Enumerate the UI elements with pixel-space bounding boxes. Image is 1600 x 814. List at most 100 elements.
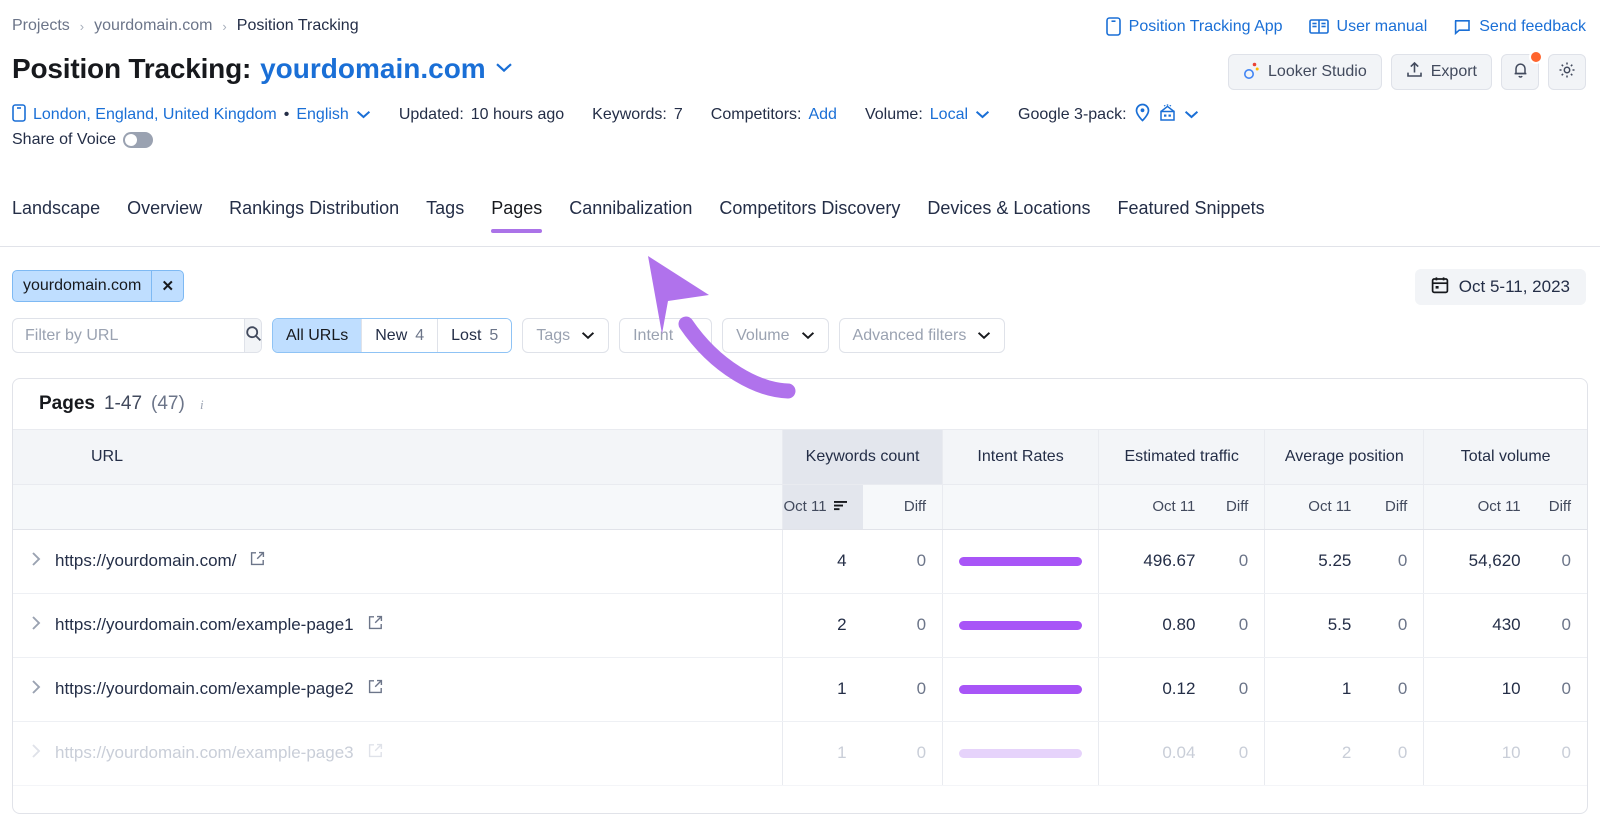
pages-table: URL Keywords count Intent Rates Estimate… — [13, 430, 1587, 786]
url-search-box[interactable] — [12, 318, 262, 353]
subcolumn-volume-date[interactable]: Oct 11 — [1423, 484, 1537, 530]
tags-filter-dropdown[interactable]: Tags — [522, 318, 610, 353]
intent-filter-dropdown[interactable]: Intent — [619, 318, 713, 353]
tab-landscape[interactable]: Landscape — [12, 198, 100, 233]
subcolumn-keywords-date[interactable]: Oct 11 — [782, 484, 863, 530]
position-tracking-pages-screen: Projects › yourdomain.com › Position Tra… — [0, 0, 1600, 814]
cell-traffic-diff: 0 — [1211, 529, 1265, 594]
table-row[interactable]: https://yourdomain.com/example-page2 1 0 — [13, 657, 1587, 722]
local-business-icon — [1158, 103, 1177, 127]
external-link-icon[interactable] — [368, 615, 383, 635]
filter-bar: All URLs New 4 Lost 5 Tags Intent Volu — [12, 318, 1006, 353]
send-feedback-label: Send feedback — [1479, 17, 1586, 35]
book-icon — [1308, 18, 1329, 35]
user-manual-link[interactable]: User manual — [1308, 18, 1427, 36]
google-3pack-selector[interactable]: Google 3-pack: — [1018, 103, 1199, 127]
volume-filter-dropdown[interactable]: Volume — [722, 318, 829, 353]
intent-rate-bar — [959, 748, 1083, 758]
subcolumn-volume-diff[interactable]: Diff — [1536, 484, 1587, 530]
share-of-voice-toggle[interactable]: Share of Voice — [12, 131, 1588, 149]
segment-new[interactable]: New 4 — [362, 319, 439, 352]
chevron-down-icon — [975, 106, 990, 124]
search-button[interactable] — [244, 319, 261, 352]
column-estimated-traffic[interactable]: Estimated traffic — [1098, 430, 1265, 485]
subcolumn-position-diff[interactable]: Diff — [1367, 484, 1424, 530]
subcolumn-keywords-diff[interactable]: Diff — [862, 484, 943, 530]
breadcrumb-item-domain[interactable]: yourdomain.com — [94, 17, 212, 35]
location-label: London, England, United Kingdom — [33, 106, 277, 123]
close-icon[interactable]: ✕ — [151, 271, 183, 301]
cell-total-volume: 10 — [1423, 657, 1537, 722]
pages-caption-title: Pages — [39, 393, 95, 414]
chevron-down-icon[interactable] — [356, 106, 371, 124]
tab-pages[interactable]: Pages — [491, 198, 543, 233]
chevron-down-icon[interactable] — [495, 60, 513, 78]
notifications-button[interactable] — [1501, 50, 1543, 90]
table-row[interactable]: https://yourdomain.com/ 4 0 496.67 0 5.2… — [13, 529, 1587, 594]
chevron-down-icon — [801, 327, 815, 345]
tab-devices-locations[interactable]: Devices & Locations — [927, 198, 1090, 233]
tab-tags[interactable]: Tags — [426, 198, 464, 233]
subcolumn-traffic-date[interactable]: Oct 11 — [1098, 484, 1212, 530]
tab-featured-snippets[interactable]: Featured Snippets — [1117, 198, 1264, 233]
column-total-volume[interactable]: Total volume — [1423, 430, 1587, 485]
segment-lost[interactable]: Lost 5 — [438, 319, 512, 352]
segment-count: 5 — [489, 326, 499, 344]
search-input[interactable] — [13, 319, 244, 352]
volume-selector[interactable]: Volume: Local — [865, 106, 990, 124]
column-url: URL — [13, 430, 783, 485]
cell-total-volume: 54,620 — [1423, 529, 1537, 594]
expand-row-icon[interactable] — [31, 679, 41, 700]
tab-overview[interactable]: Overview — [127, 198, 202, 233]
url-label[interactable]: https://yourdomain.com/ — [55, 551, 236, 571]
url-label[interactable]: https://yourdomain.com/example-page3 — [55, 743, 354, 763]
intent-rate-bar — [959, 620, 1083, 630]
send-feedback-link[interactable]: Send feedback — [1453, 18, 1586, 36]
url-label[interactable]: https://yourdomain.com/example-page2 — [55, 679, 354, 699]
export-button[interactable]: Export — [1390, 54, 1492, 90]
domain-filter-chip[interactable]: yourdomain.com ✕ — [12, 270, 185, 302]
tab-cannibalization[interactable]: Cannibalization — [569, 198, 692, 233]
location-selector[interactable]: London, England, United Kingdom • Englis… — [12, 103, 371, 127]
looker-studio-button[interactable]: Looker Studio — [1228, 54, 1382, 90]
toggle-switch[interactable] — [123, 132, 154, 148]
cell-keywords-diff: 0 — [862, 721, 943, 786]
breadcrumb-separator-icon: › — [222, 18, 227, 34]
tab-label: Overview — [127, 198, 203, 218]
external-link-icon[interactable] — [368, 743, 383, 763]
cell-estimated-traffic: 496.67 — [1098, 529, 1212, 594]
cell-volume-diff: 0 — [1536, 593, 1587, 658]
cell-keywords-count: 4 — [782, 529, 863, 594]
column-average-position[interactable]: Average position — [1264, 430, 1424, 485]
column-intent-rates[interactable]: Intent Rates — [942, 430, 1099, 485]
table-row[interactable]: https://yourdomain.com/example-page3 1 0 — [13, 721, 1587, 786]
date-range-picker[interactable]: Oct 5-11, 2023 — [1414, 269, 1586, 305]
tab-rankings-distribution[interactable]: Rankings Distribution — [229, 198, 399, 233]
tab-competitors-discovery[interactable]: Competitors Discovery — [719, 198, 900, 233]
expand-row-icon[interactable] — [31, 615, 41, 636]
table-row[interactable]: https://yourdomain.com/example-page1 2 0 — [13, 593, 1587, 658]
subcolumn-traffic-diff[interactable]: Diff — [1211, 484, 1265, 530]
expand-row-icon[interactable] — [31, 743, 41, 764]
external-link-icon[interactable] — [250, 551, 265, 571]
segment-all-urls[interactable]: All URLs — [273, 319, 363, 352]
svg-text:i: i — [200, 397, 204, 412]
external-link-icon[interactable] — [368, 679, 383, 699]
column-keywords-count[interactable]: Keywords count — [782, 430, 943, 485]
domain-chip-label: yourdomain.com — [23, 277, 142, 294]
advanced-filters-dropdown[interactable]: Advanced filters — [838, 318, 1006, 353]
competitors-add-link[interactable]: Add — [808, 106, 836, 124]
bell-icon — [1512, 61, 1529, 84]
page-title-domain[interactable]: yourdomain.com — [260, 53, 486, 85]
info-icon[interactable]: i — [196, 397, 211, 412]
date-range-label: Oct 5-11, 2023 — [1458, 277, 1570, 296]
segment-label: Lost — [451, 326, 482, 344]
cell-position-diff: 0 — [1367, 593, 1424, 658]
expand-row-icon[interactable] — [31, 551, 41, 572]
settings-button[interactable] — [1548, 54, 1586, 90]
breadcrumb-item-projects[interactable]: Projects — [12, 17, 70, 35]
segment-label: New — [375, 326, 408, 344]
subcolumn-position-date[interactable]: Oct 11 — [1264, 484, 1368, 530]
position-tracking-app-link[interactable]: Position Tracking App — [1105, 17, 1283, 36]
url-label[interactable]: https://yourdomain.com/example-page1 — [55, 615, 354, 635]
